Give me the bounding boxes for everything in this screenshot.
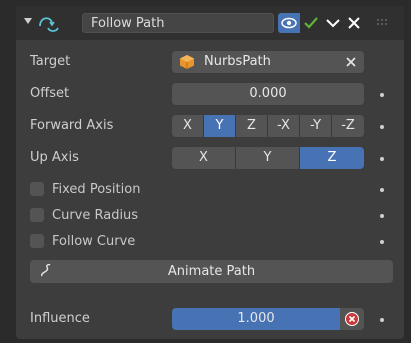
forward-axis-option[interactable]: -Z	[332, 115, 364, 137]
target-field[interactable]: NurbsPath	[172, 51, 364, 73]
forward-axis-option[interactable]: X	[172, 115, 204, 137]
curve-object-icon	[180, 55, 194, 69]
animate-property-dot[interactable]	[380, 240, 384, 244]
toggle-visibility-button[interactable]	[278, 13, 300, 33]
offset-label: Offset	[30, 86, 70, 101]
follow-path-icon	[39, 17, 59, 32]
target-label: Target	[30, 54, 71, 69]
checkmark-icon	[304, 17, 318, 29]
animate-property-dot[interactable]	[380, 318, 384, 322]
influence-slider[interactable]: 1.000	[172, 308, 340, 330]
eye-icon	[281, 17, 297, 29]
animate-property-dot[interactable]	[380, 93, 384, 97]
up-axis-label: Up Axis	[30, 150, 79, 165]
offset-field[interactable]: 0.000	[172, 83, 364, 105]
triangle-down-icon[interactable]	[23, 16, 33, 26]
close-icon[interactable]	[346, 57, 356, 67]
fixed-position-option[interactable]: Fixed Position	[30, 179, 140, 199]
follow-curve-label: Follow Curve	[52, 233, 136, 249]
up-axis-option[interactable]: X	[172, 147, 236, 169]
remove-constraint-button[interactable]	[346, 13, 362, 33]
target-value: NurbsPath	[204, 54, 271, 69]
apply-check-button[interactable]	[300, 13, 322, 33]
disable-keep-transform-button[interactable]	[340, 308, 364, 330]
animate-property-dot[interactable]	[380, 214, 384, 218]
animate-property-dot[interactable]	[380, 157, 384, 161]
curve-radius-option[interactable]: Curve Radius	[30, 205, 138, 225]
influence-label: Influence	[30, 311, 90, 326]
animate-path-label: Animate Path	[167, 264, 256, 279]
animate-property-dot[interactable]	[380, 125, 384, 129]
close-icon	[348, 17, 360, 29]
forward-axis-option[interactable]: Y	[204, 115, 236, 137]
constraint-name-field[interactable]: Follow Path	[82, 13, 274, 33]
follow-curve-checkbox[interactable]	[30, 234, 44, 248]
animate-property-dot[interactable]	[380, 188, 384, 192]
constraint-header: Follow Path	[16, 6, 404, 40]
fixed-position-checkbox[interactable]	[30, 182, 44, 196]
animate-path-button[interactable]: Animate Path	[30, 260, 393, 283]
drag-grip-icon[interactable]	[376, 18, 390, 28]
forward-axis-option[interactable]: Z	[236, 115, 268, 137]
disable-keep-transform-icon	[345, 312, 359, 326]
constraint-menu-button[interactable]	[322, 13, 344, 33]
up-axis-option[interactable]: Y	[236, 147, 300, 169]
forward-axis-option[interactable]: -Y	[300, 115, 332, 137]
curve-radius-checkbox[interactable]	[30, 208, 44, 222]
up-axis-option[interactable]: Z	[300, 147, 364, 169]
up-axis-selector: X Y Z	[172, 147, 364, 169]
fixed-position-label: Fixed Position	[52, 181, 141, 197]
chevron-down-icon	[326, 19, 340, 28]
constraint-panel: Follow Path Target NurbsPath Offset 0.00…	[16, 6, 404, 339]
influence-value: 1.000	[237, 311, 275, 326]
follow-curve-option[interactable]: Follow Curve	[30, 231, 135, 251]
forward-axis-option[interactable]: -X	[268, 115, 300, 137]
curve-radius-label: Curve Radius	[52, 207, 139, 223]
forward-axis-label: Forward Axis	[30, 118, 114, 133]
forward-axis-selector: X Y Z -X -Y -Z	[172, 115, 364, 137]
